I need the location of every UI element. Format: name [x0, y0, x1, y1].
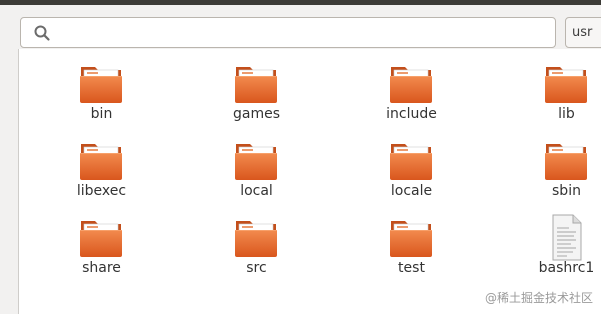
folder-item[interactable]: bin: [24, 60, 179, 136]
file-item[interactable]: bashrc1: [489, 214, 601, 290]
folder-icon: [389, 220, 433, 258]
text-file-icon: [552, 214, 582, 261]
folder-icon: [234, 66, 278, 104]
item-label: local: [240, 183, 273, 199]
folder-icon: [389, 143, 433, 181]
folder-item[interactable]: src: [179, 214, 334, 290]
folder-icon: [79, 220, 123, 258]
file-grid: bin games include lib libexec local loca…: [24, 60, 601, 300]
folder-item[interactable]: local: [179, 137, 334, 213]
folder-item[interactable]: lib: [489, 60, 601, 136]
folder-item[interactable]: share: [24, 214, 179, 290]
item-label: share: [82, 260, 121, 276]
sidebar-edge: [0, 49, 19, 314]
item-label: lib: [558, 106, 575, 122]
folder-icon: [544, 66, 588, 104]
folder-item[interactable]: test: [334, 214, 489, 290]
folder-item[interactable]: libexec: [24, 137, 179, 213]
folder-icon: [544, 143, 588, 181]
item-label: sbin: [552, 183, 581, 199]
folder-item[interactable]: sbin: [489, 137, 601, 213]
item-label: include: [386, 106, 437, 122]
folder-item[interactable]: locale: [334, 137, 489, 213]
item-label: libexec: [76, 183, 127, 199]
folder-icon: [79, 143, 123, 181]
search-box[interactable]: [20, 17, 556, 48]
folder-icon: [79, 66, 123, 104]
path-bar-button-usr[interactable]: usr: [565, 17, 601, 48]
search-icon: [34, 25, 50, 41]
folder-item[interactable]: include: [334, 60, 489, 136]
toolbar: usr: [0, 5, 601, 49]
folder-icon: [234, 220, 278, 258]
item-label: bashrc1: [538, 260, 595, 276]
item-label: test: [398, 260, 425, 276]
folder-icon: [234, 143, 278, 181]
search-input[interactable]: [61, 21, 545, 46]
item-label: games: [232, 106, 280, 122]
folder-item[interactable]: games: [179, 60, 334, 136]
item-label: bin: [90, 106, 113, 122]
folder-icon: [389, 66, 433, 104]
watermark: @稀土掘金技术社区: [484, 291, 593, 305]
item-label: locale: [390, 183, 433, 199]
item-label: src: [246, 260, 267, 276]
